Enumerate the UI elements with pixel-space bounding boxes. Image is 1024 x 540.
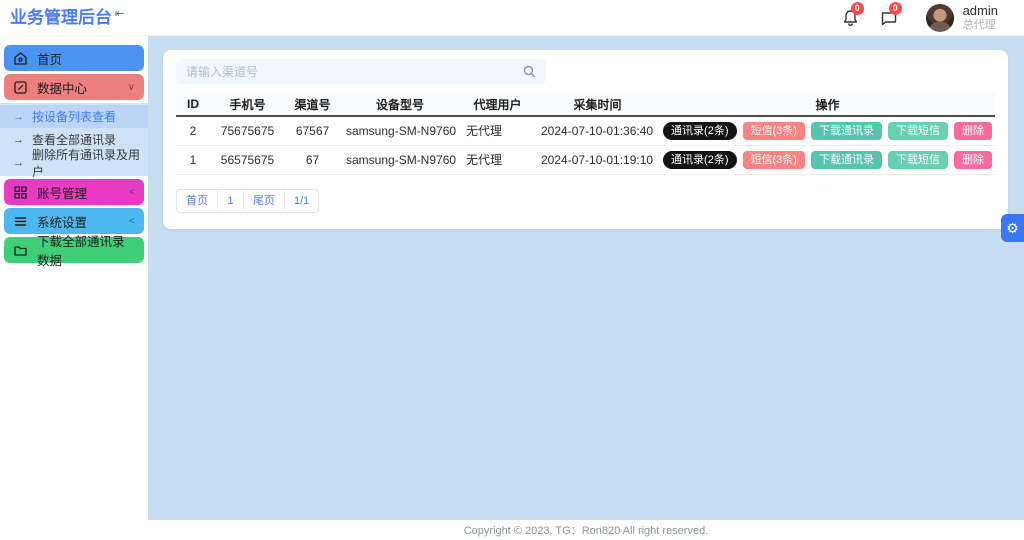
arrow-right-icon: → <box>13 133 24 146</box>
download-sms-button[interactable]: 下载短信 <box>887 121 948 140</box>
arrow-right-icon: → <box>13 156 24 169</box>
message-badge: 0 <box>888 1 902 15</box>
table-header-row: ID 手机号 渠道号 设备型号 代理用户 采集时间 操作 <box>176 93 995 117</box>
cell-device: samsung-SM-N9760 <box>340 145 460 175</box>
col-header-time: 采集时间 <box>535 93 660 117</box>
menu-lines-icon <box>14 216 27 226</box>
user-avatar[interactable] <box>925 3 954 32</box>
sidebar-item-label: 账号管理 <box>37 186 88 201</box>
sidebar: 首页 数据中心 ∨ → 按设备列表查看 → 查看全部通讯录 → 删除所有通讯录及… <box>0 36 148 540</box>
submenu-item-device-list[interactable]: → 按设备列表查看 <box>0 105 148 128</box>
cell-id: 2 <box>176 116 210 146</box>
gear-icon: ⚙ <box>1006 219 1019 236</box>
copyright-text: Copyright © 2023. TG：Ron820 All right re… <box>463 525 709 537</box>
sidebar-item-data-center[interactable]: 数据中心 ∨ <box>4 74 144 100</box>
footer: Copyright © 2023. TG：Ron820 All right re… <box>148 520 1024 540</box>
notifications-button[interactable]: 0 <box>842 1 864 27</box>
cell-channel: 67567 <box>285 116 340 146</box>
download-sms-button[interactable]: 下载短信 <box>887 150 948 169</box>
sidebar-item-label: 首页 <box>37 52 63 67</box>
table-row: 1 56575675 67 samsung-SM-N9760 无代理 2024-… <box>176 145 995 175</box>
sidebar-item-label: 下载全部通讯录数据 <box>37 235 125 268</box>
table-row: 2 75675675 67567 samsung-SM-N9760 无代理 20… <box>176 116 995 146</box>
contacts-button[interactable]: 通讯录(2条) <box>663 150 737 169</box>
brand: 业务管理后台 ⇤ <box>0 1 148 35</box>
col-header-actions: 操作 <box>660 93 995 117</box>
sidebar-item-accounts[interactable]: 账号管理 < <box>4 179 144 205</box>
col-header-id: ID <box>176 93 210 117</box>
topbar-actions: 0 0 admin 总代理 <box>842 1 1024 33</box>
edit-square-icon <box>14 80 27 94</box>
cell-device: samsung-SM-N9760 <box>340 116 460 146</box>
pagination-first[interactable]: 首页 <box>177 189 218 212</box>
search-input[interactable] <box>186 64 523 79</box>
sms-button[interactable]: 短信(3条) <box>742 121 805 140</box>
col-header-agent: 代理用户 <box>460 93 535 117</box>
cell-time: 2024-07-10-01:36:40 <box>535 116 660 146</box>
chevron-left-icon: < <box>129 186 135 198</box>
chevron-left-icon: < <box>129 215 135 227</box>
submenu-item-label: 删除所有通讯录及用户 <box>32 147 141 179</box>
pagination-last[interactable]: 尾页 <box>244 189 285 212</box>
sidebar-item-label: 数据中心 <box>37 81 88 96</box>
cell-agent: 无代理 <box>460 145 535 175</box>
sidebar-collapse-icon[interactable]: ⇤ <box>115 7 124 20</box>
search-icon[interactable] <box>523 65 536 78</box>
cell-phone: 75675675 <box>210 116 285 146</box>
folder-icon <box>14 245 27 256</box>
cell-id: 1 <box>176 145 210 175</box>
data-center-submenu: → 按设备列表查看 → 查看全部通讯录 → 删除所有通讯录及用户 <box>0 103 148 179</box>
brand-title: 业务管理后台 <box>10 7 112 27</box>
col-header-channel: 渠道号 <box>285 93 340 117</box>
download-contacts-button[interactable]: 下载通讯录 <box>810 150 882 169</box>
main-area: ID 手机号 渠道号 设备型号 代理用户 采集时间 操作 2 75675675 … <box>148 36 1024 540</box>
user-role: 总代理 <box>962 18 996 31</box>
user-meta: admin 总代理 <box>963 3 998 33</box>
contacts-button[interactable]: 通讯录(2条) <box>663 121 737 140</box>
chevron-down-icon: ∨ <box>127 81 135 93</box>
pagination-page-1[interactable]: 1 <box>218 189 244 212</box>
search-box <box>176 59 546 84</box>
sidebar-item-download-all[interactable]: 下载全部通讯录数据 <box>4 235 144 268</box>
submenu-item-delete-all[interactable]: → 删除所有通讯录及用户 <box>0 148 148 179</box>
home-icon <box>14 51 27 65</box>
messages-button[interactable]: 0 <box>880 1 902 27</box>
row-actions: 通讯录(2条) 短信(3条) 下载通讯录 下载短信 删除 <box>660 121 995 140</box>
user-name: admin <box>962 2 998 18</box>
arrow-right-icon: → <box>13 110 24 123</box>
sidebar-item-home[interactable]: 首页 <box>4 45 144 71</box>
pagination: 首页 1 尾页 1/1 <box>176 188 320 213</box>
cell-agent: 无代理 <box>460 116 535 146</box>
sms-button[interactable]: 短信(3条) <box>742 150 805 169</box>
col-header-device: 设备型号 <box>340 93 460 117</box>
user-menu[interactable]: admin 总代理 <box>925 3 998 33</box>
sidebar-item-label: 系统设置 <box>37 215 88 230</box>
col-header-phone: 手机号 <box>210 93 285 117</box>
pagination-indicator: 1/1 <box>294 194 310 207</box>
cell-phone: 56575675 <box>210 145 285 175</box>
download-contacts-button[interactable]: 下载通讯录 <box>810 121 882 140</box>
grid-icon <box>14 185 27 199</box>
row-actions: 通讯录(2条) 短信(3条) 下载通讯录 下载短信 删除 <box>660 150 995 169</box>
notification-badge: 0 <box>850 1 864 15</box>
submenu-item-label: 按设备列表查看 <box>32 110 117 124</box>
settings-drawer-button[interactable]: ⚙ <box>1001 214 1024 242</box>
device-list-card: ID 手机号 渠道号 设备型号 代理用户 采集时间 操作 2 75675675 … <box>163 50 1008 229</box>
delete-button[interactable]: 删除 <box>953 121 992 140</box>
cell-channel: 67 <box>285 145 340 175</box>
device-table: ID 手机号 渠道号 设备型号 代理用户 采集时间 操作 2 75675675 … <box>176 93 995 175</box>
delete-button[interactable]: 删除 <box>953 150 992 169</box>
cell-time: 2024-07-10-01:19:10 <box>535 145 660 175</box>
top-bar: 业务管理后台 ⇤ 0 0 admin 总代理 <box>0 0 1024 36</box>
